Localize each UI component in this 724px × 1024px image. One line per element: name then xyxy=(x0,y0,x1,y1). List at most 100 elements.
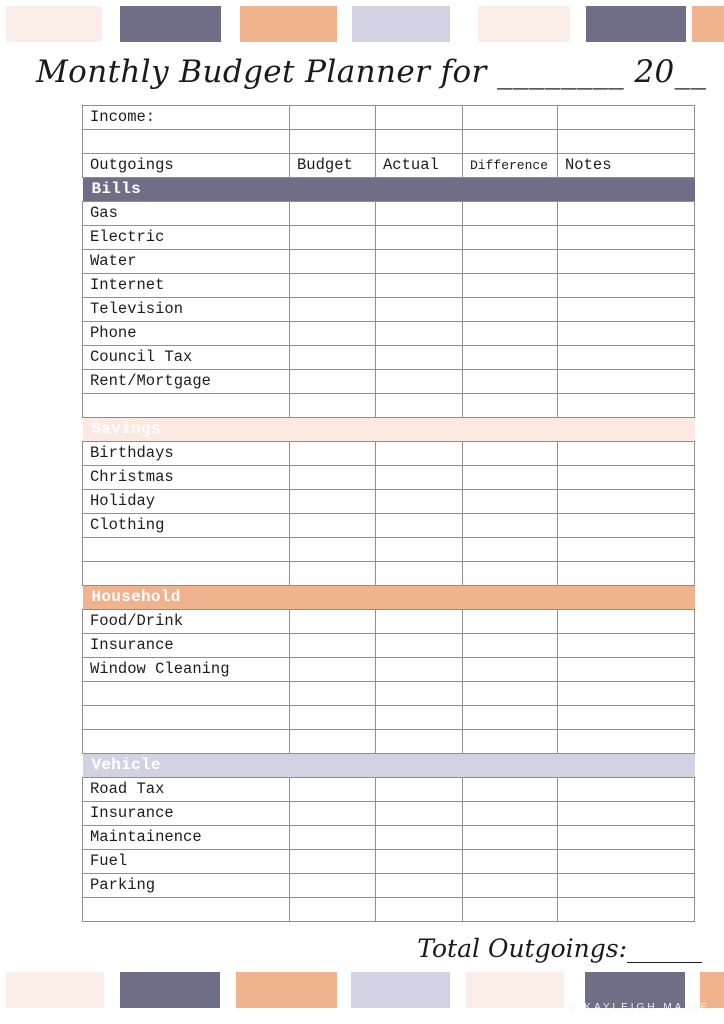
bills-7-budget-cell[interactable] xyxy=(289,369,376,394)
savings-0-actual-cell[interactable] xyxy=(375,441,463,466)
vehicle-blank-0-budget-cell[interactable] xyxy=(289,897,376,922)
savings-blank-0-notes-cell[interactable] xyxy=(557,537,695,562)
household-blank-2-outgoings-cell[interactable] xyxy=(82,729,290,754)
bills-6-actual-cell[interactable] xyxy=(375,345,463,370)
vehicle-2-difference-cell[interactable] xyxy=(462,825,558,850)
savings-1-actual-cell[interactable] xyxy=(375,465,463,490)
bills-blank-0-budget-cell[interactable] xyxy=(289,393,376,418)
bills-2-notes-cell[interactable] xyxy=(557,249,695,274)
household-0-difference-cell[interactable] xyxy=(462,609,558,634)
household-blank-1-notes-cell[interactable] xyxy=(557,705,695,730)
household-0-actual-cell[interactable] xyxy=(375,609,463,634)
bills-0-difference-cell[interactable] xyxy=(462,201,558,226)
savings-blank-0-outgoings-cell[interactable] xyxy=(82,537,290,562)
vehicle-3-difference-cell[interactable] xyxy=(462,849,558,874)
vehicle-0-actual-cell[interactable] xyxy=(375,777,463,802)
bills-1-actual-cell[interactable] xyxy=(375,225,463,250)
household-blank-1-outgoings-cell[interactable] xyxy=(82,705,290,730)
income-notes-cell[interactable] xyxy=(557,105,695,130)
savings-1-budget-cell[interactable] xyxy=(289,465,376,490)
household-blank-1-difference-cell[interactable] xyxy=(462,705,558,730)
vehicle-3-budget-cell[interactable] xyxy=(289,849,376,874)
household-blank-1-actual-cell[interactable] xyxy=(375,705,463,730)
vehicle-0-notes-cell[interactable] xyxy=(557,777,695,802)
income-blank-budget-cell[interactable] xyxy=(289,129,376,154)
vehicle-1-actual-cell[interactable] xyxy=(375,801,463,826)
savings-blank-0-budget-cell[interactable] xyxy=(289,537,376,562)
vehicle-3-actual-cell[interactable] xyxy=(375,849,463,874)
vehicle-1-budget-cell[interactable] xyxy=(289,801,376,826)
savings-blank-1-budget-cell[interactable] xyxy=(289,561,376,586)
income-blank-actual-cell[interactable] xyxy=(375,129,463,154)
savings-blank-1-outgoings-cell[interactable] xyxy=(82,561,290,586)
bills-0-budget-cell[interactable] xyxy=(289,201,376,226)
bills-blank-0-notes-cell[interactable] xyxy=(557,393,695,418)
bills-blank-0-difference-cell[interactable] xyxy=(462,393,558,418)
household-2-difference-cell[interactable] xyxy=(462,657,558,682)
savings-3-notes-cell[interactable] xyxy=(557,513,695,538)
household-blank-2-notes-cell[interactable] xyxy=(557,729,695,754)
income-blank-notes-cell[interactable] xyxy=(557,129,695,154)
bills-blank-0-actual-cell[interactable] xyxy=(375,393,463,418)
bills-2-actual-cell[interactable] xyxy=(375,249,463,274)
household-blank-0-budget-cell[interactable] xyxy=(289,681,376,706)
savings-blank-0-difference-cell[interactable] xyxy=(462,537,558,562)
household-blank-2-actual-cell[interactable] xyxy=(375,729,463,754)
household-blank-0-notes-cell[interactable] xyxy=(557,681,695,706)
savings-blank-1-difference-cell[interactable] xyxy=(462,561,558,586)
bills-5-budget-cell[interactable] xyxy=(289,321,376,346)
vehicle-4-notes-cell[interactable] xyxy=(557,873,695,898)
bills-4-actual-cell[interactable] xyxy=(375,297,463,322)
household-1-notes-cell[interactable] xyxy=(557,633,695,658)
savings-2-difference-cell[interactable] xyxy=(462,489,558,514)
bills-7-actual-cell[interactable] xyxy=(375,369,463,394)
savings-2-budget-cell[interactable] xyxy=(289,489,376,514)
bills-5-notes-cell[interactable] xyxy=(557,321,695,346)
bills-6-budget-cell[interactable] xyxy=(289,345,376,370)
vehicle-blank-0-difference-cell[interactable] xyxy=(462,897,558,922)
household-1-actual-cell[interactable] xyxy=(375,633,463,658)
vehicle-3-notes-cell[interactable] xyxy=(557,849,695,874)
savings-blank-1-actual-cell[interactable] xyxy=(375,561,463,586)
bills-3-notes-cell[interactable] xyxy=(557,273,695,298)
vehicle-2-notes-cell[interactable] xyxy=(557,825,695,850)
vehicle-4-actual-cell[interactable] xyxy=(375,873,463,898)
income-budget-cell[interactable] xyxy=(289,105,376,130)
savings-1-notes-cell[interactable] xyxy=(557,465,695,490)
bills-3-difference-cell[interactable] xyxy=(462,273,558,298)
bills-0-actual-cell[interactable] xyxy=(375,201,463,226)
income-difference-cell[interactable] xyxy=(462,105,558,130)
bills-1-difference-cell[interactable] xyxy=(462,225,558,250)
household-1-budget-cell[interactable] xyxy=(289,633,376,658)
savings-blank-1-notes-cell[interactable] xyxy=(557,561,695,586)
household-blank-0-actual-cell[interactable] xyxy=(375,681,463,706)
vehicle-4-difference-cell[interactable] xyxy=(462,873,558,898)
income-actual-cell[interactable] xyxy=(375,105,463,130)
household-2-budget-cell[interactable] xyxy=(289,657,376,682)
household-0-notes-cell[interactable] xyxy=(557,609,695,634)
bills-4-notes-cell[interactable] xyxy=(557,297,695,322)
vehicle-blank-0-outgoings-cell[interactable] xyxy=(82,897,290,922)
vehicle-2-actual-cell[interactable] xyxy=(375,825,463,850)
household-1-difference-cell[interactable] xyxy=(462,633,558,658)
vehicle-blank-0-notes-cell[interactable] xyxy=(557,897,695,922)
bills-1-budget-cell[interactable] xyxy=(289,225,376,250)
income-blank-difference-cell[interactable] xyxy=(462,129,558,154)
bills-6-notes-cell[interactable] xyxy=(557,345,695,370)
vehicle-1-notes-cell[interactable] xyxy=(557,801,695,826)
vehicle-1-difference-cell[interactable] xyxy=(462,801,558,826)
household-blank-0-difference-cell[interactable] xyxy=(462,681,558,706)
household-2-actual-cell[interactable] xyxy=(375,657,463,682)
household-blank-2-budget-cell[interactable] xyxy=(289,729,376,754)
bills-4-difference-cell[interactable] xyxy=(462,297,558,322)
bills-2-difference-cell[interactable] xyxy=(462,249,558,274)
vehicle-blank-0-actual-cell[interactable] xyxy=(375,897,463,922)
bills-5-difference-cell[interactable] xyxy=(462,321,558,346)
savings-2-actual-cell[interactable] xyxy=(375,489,463,514)
bills-2-budget-cell[interactable] xyxy=(289,249,376,274)
bills-1-notes-cell[interactable] xyxy=(557,225,695,250)
savings-blank-0-actual-cell[interactable] xyxy=(375,537,463,562)
household-blank-1-budget-cell[interactable] xyxy=(289,705,376,730)
household-blank-0-outgoings-cell[interactable] xyxy=(82,681,290,706)
income-blank-outgoings-cell[interactable] xyxy=(82,129,290,154)
